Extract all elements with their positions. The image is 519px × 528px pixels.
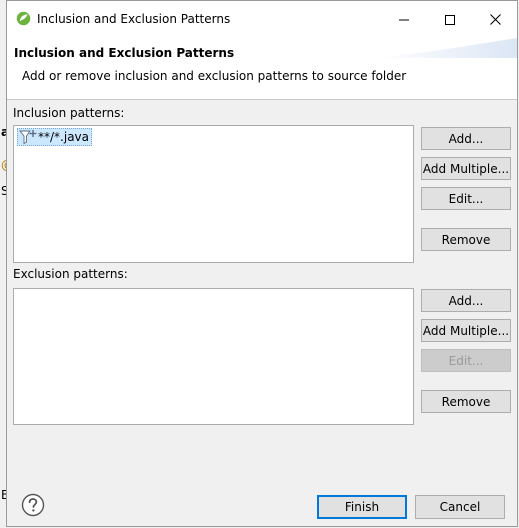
help-icon[interactable] [21,493,45,517]
list-item[interactable]: **/*.java [17,128,92,146]
window-title: Inclusion and Exclusion Patterns [37,12,231,26]
exclusion-add-button[interactable]: Add... [421,289,511,312]
minimize-button[interactable] [381,1,427,38]
dialog-header: Inclusion and Exclusion Patterns Add or … [7,38,517,100]
spring-app-icon [16,11,31,26]
inclusion-add-multiple-button[interactable]: Add Multiple... [421,157,511,180]
cancel-button[interactable]: Cancel [415,495,505,519]
exclusion-patterns-list[interactable] [13,288,414,425]
inclusion-edit-button[interactable]: Edit... [421,187,511,210]
close-icon [489,14,501,25]
exclusion-remove-button[interactable]: Remove [421,390,511,413]
maximize-button[interactable] [427,1,473,38]
pattern-text: **/*.java [38,130,89,144]
finish-button[interactable]: Finish [317,495,407,519]
maximize-icon [445,14,455,25]
inclusion-patterns-label: Inclusion patterns: [13,106,125,120]
title-bar: Inclusion and Exclusion Patterns [7,1,517,38]
inclusion-add-button[interactable]: Add... [421,127,511,150]
exclusion-patterns-label: Exclusion patterns: [13,267,128,281]
exclusion-add-multiple-button[interactable]: Add Multiple... [421,319,511,342]
dialog-title: Inclusion and Exclusion Patterns [14,46,235,60]
header-decoration [377,38,517,58]
close-button[interactable] [472,1,518,38]
inclusion-remove-button[interactable]: Remove [421,228,511,251]
inclusion-patterns-list[interactable]: **/*.java [13,125,414,263]
minimize-icon [399,19,409,20]
inclusion-exclusion-dialog: Inclusion and Exclusion Patterns Inclusi… [6,0,518,527]
exclusion-edit-button[interactable]: Edit... [421,349,511,372]
dialog-description: Add or remove inclusion and exclusion pa… [22,69,407,83]
filter-icon [19,130,37,145]
